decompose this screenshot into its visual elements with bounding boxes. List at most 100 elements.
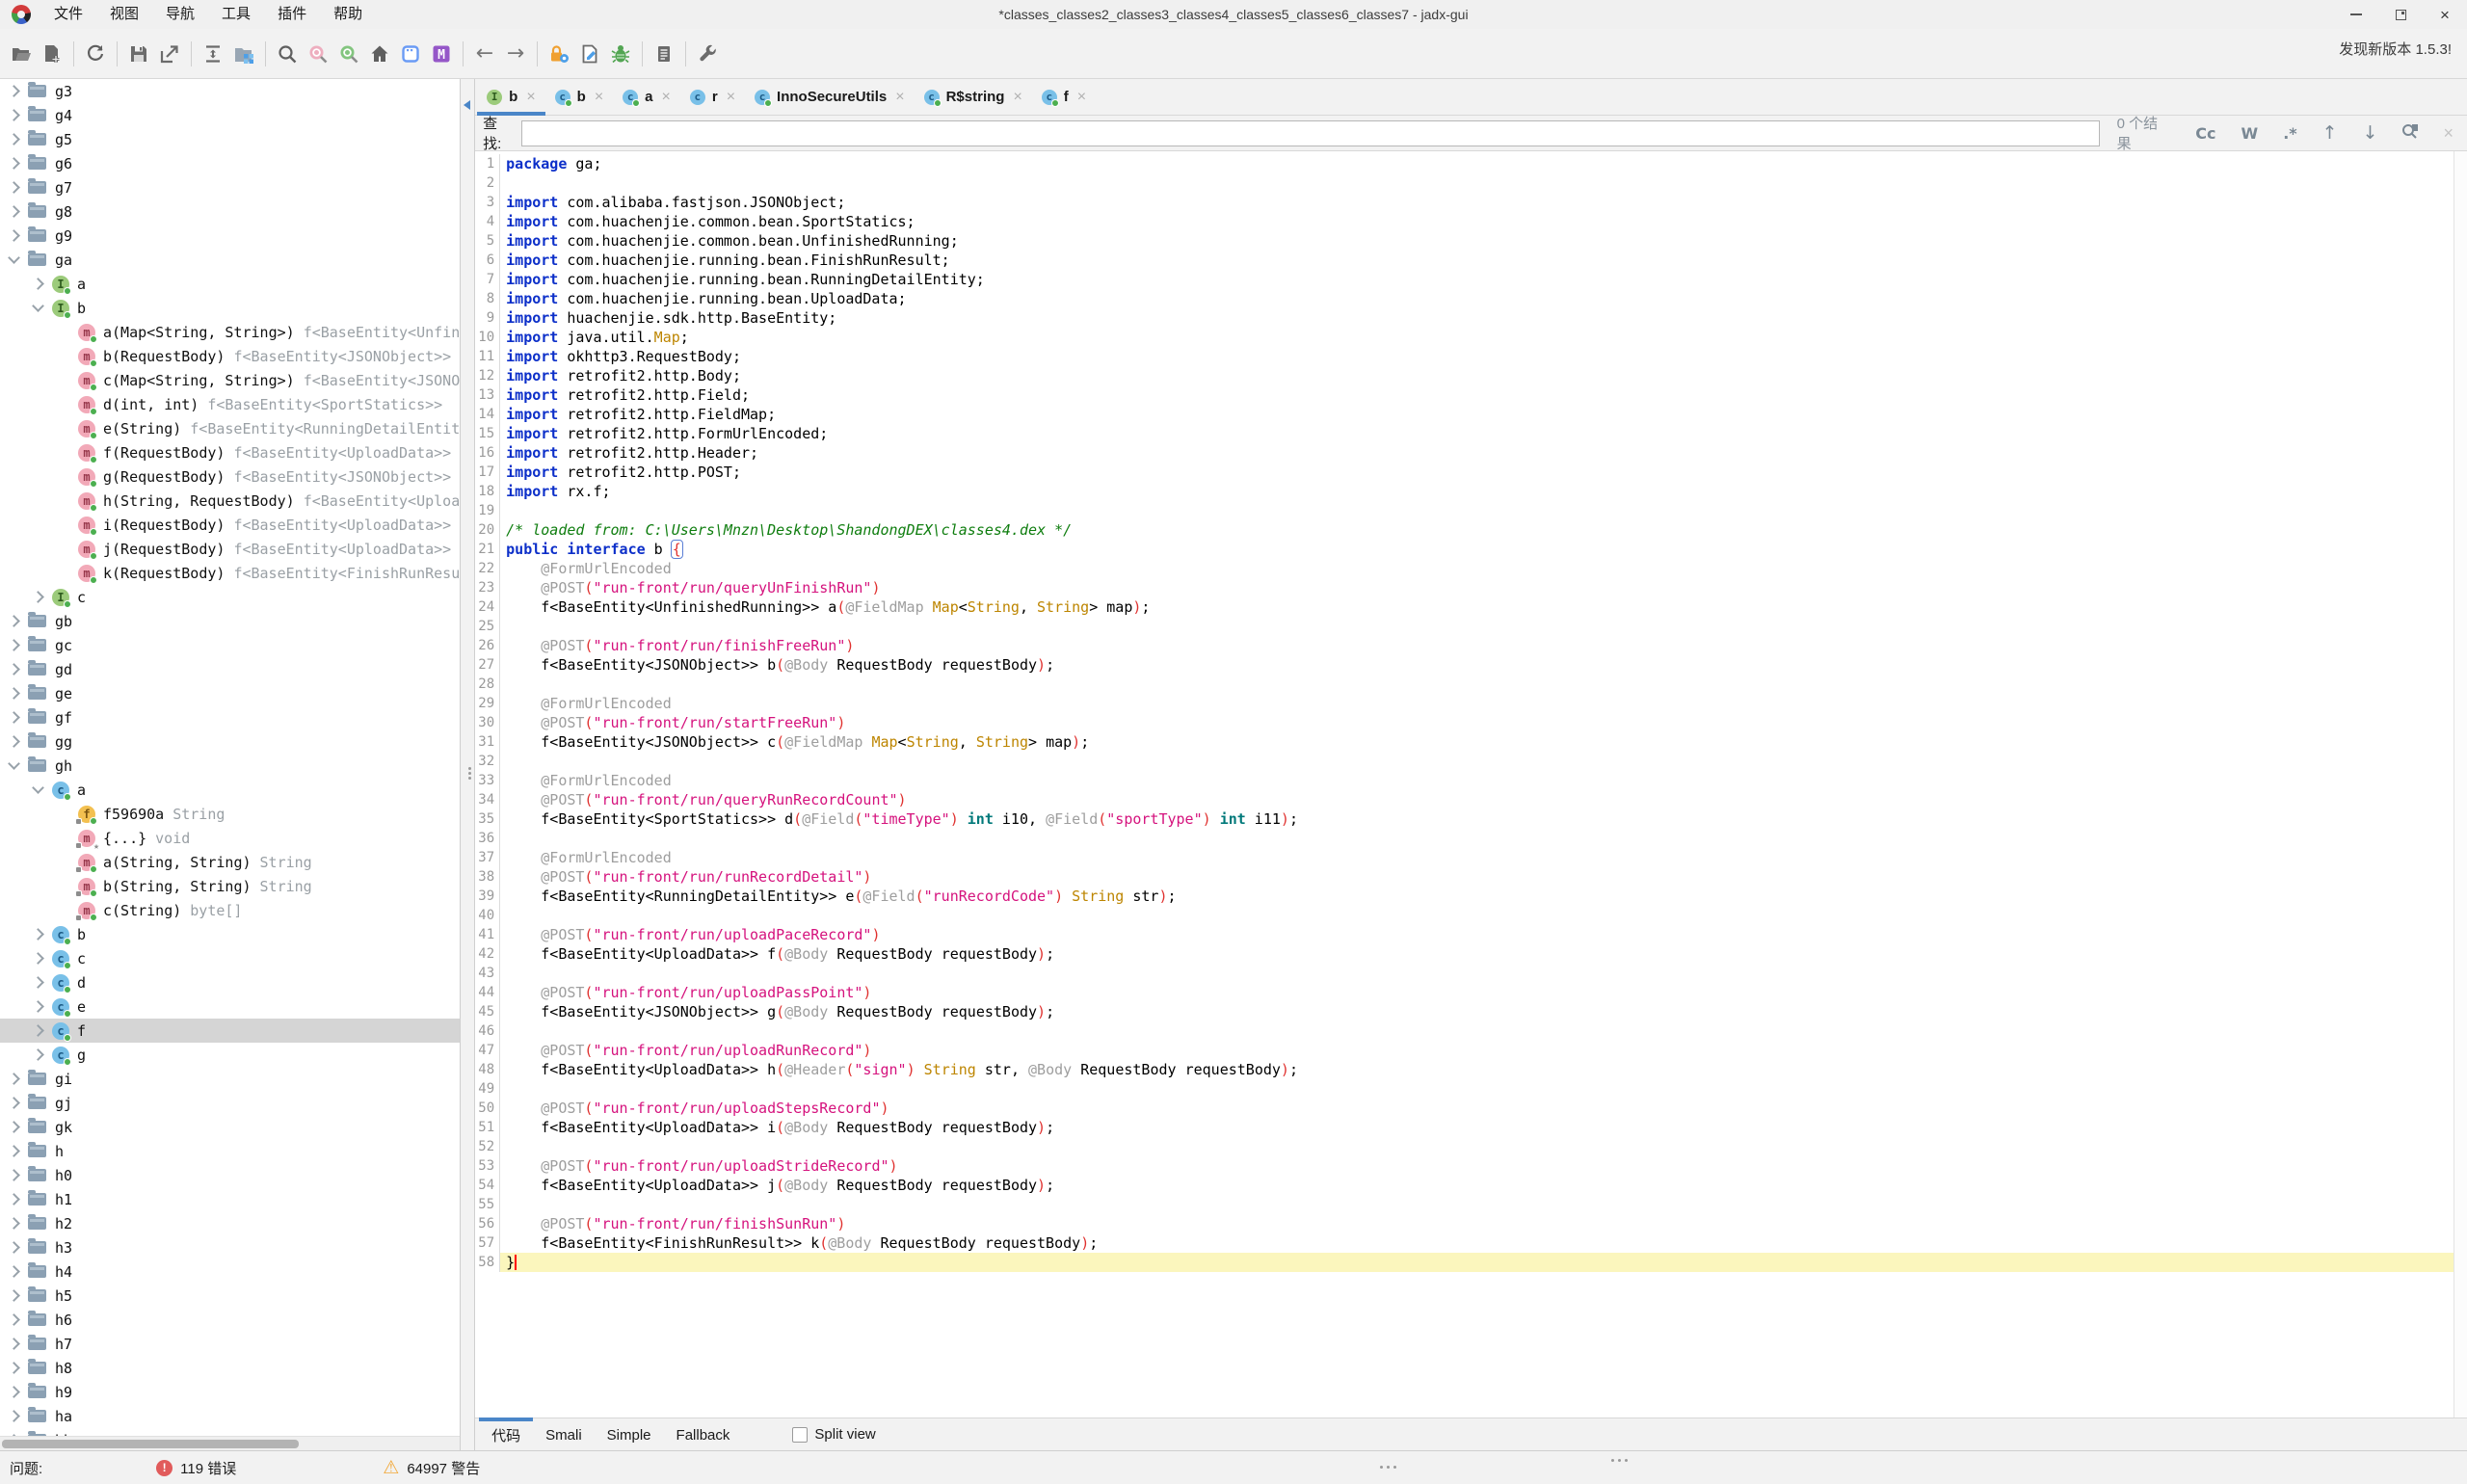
save-all-button[interactable] <box>123 39 154 69</box>
tree-item-f59690a[interactable]: ff59690aString <box>0 802 460 826</box>
code-editor[interactable]: 1package ga;23import com.alibaba.fastjso… <box>475 151 2467 1418</box>
line-number[interactable]: 36 <box>475 829 500 848</box>
line-number[interactable]: 14 <box>475 405 500 424</box>
chevron-right-icon[interactable] <box>8 229 20 242</box>
tree-item-c[interactable]: cc <box>0 946 460 970</box>
search-button[interactable] <box>272 39 303 69</box>
tree-item-h2[interactable]: h2 <box>0 1211 460 1235</box>
line-number[interactable]: 9 <box>475 308 500 328</box>
tree-item-h7[interactable]: h7 <box>0 1332 460 1356</box>
tree-item-a[interactable]: ca <box>0 778 460 802</box>
main-class-button[interactable]: M <box>426 39 457 69</box>
tree-item-b[interactable]: cb <box>0 922 460 946</box>
scrollbar-thumb[interactable] <box>2 1440 299 1448</box>
line-number[interactable]: 18 <box>475 482 500 501</box>
tree-item-g5[interactable]: g5 <box>0 127 460 151</box>
main-activity-button[interactable] <box>364 39 395 69</box>
tree-horizontal-scrollbar[interactable] <box>0 1436 460 1450</box>
line-number[interactable]: 32 <box>475 752 500 771</box>
tree-item-gh[interactable]: gh <box>0 754 460 778</box>
chevron-right-icon[interactable] <box>8 109 20 121</box>
chevron-right-icon[interactable] <box>32 278 44 290</box>
chevron-right-icon[interactable] <box>8 687 20 700</box>
line-number[interactable]: 24 <box>475 597 500 617</box>
maximize-button[interactable] <box>2378 0 2423 29</box>
tree-item-h8[interactable]: h8 <box>0 1356 460 1380</box>
debugger-button[interactable] <box>605 39 636 69</box>
tree-item-bStringString[interactable]: mb(String, String)String <box>0 874 460 898</box>
tree-item-h9[interactable]: h9 <box>0 1380 460 1404</box>
chevron-right-icon[interactable] <box>8 1265 20 1278</box>
search-in-code-icon[interactable] <box>2401 121 2420 145</box>
chevron-right-icon[interactable] <box>8 639 20 651</box>
line-number[interactable]: 40 <box>475 906 500 925</box>
line-number[interactable]: 45 <box>475 1002 500 1021</box>
tree-item-hStringRequestBody[interactable]: mh(String, RequestBody)f<BaseEntity<Uplo… <box>0 489 460 513</box>
search-close-icon[interactable]: × <box>2443 123 2454 144</box>
sync-with-editor-button[interactable] <box>228 39 259 69</box>
chevron-right-icon[interactable] <box>32 1048 44 1061</box>
line-number[interactable]: 33 <box>475 771 500 790</box>
chevron-down-icon[interactable] <box>8 252 20 264</box>
tree-item-d[interactable]: cd <box>0 970 460 994</box>
regex-toggle[interactable]: .* <box>2283 124 2296 143</box>
line-number[interactable]: 21 <box>475 540 500 559</box>
search-prev-button[interactable]: ↑ <box>2322 122 2338 144</box>
line-number[interactable]: 12 <box>475 366 500 385</box>
line-number[interactable]: 29 <box>475 694 500 713</box>
tree-item-ge[interactable]: ge <box>0 681 460 705</box>
line-number[interactable]: 50 <box>475 1099 500 1118</box>
line-number[interactable]: 41 <box>475 925 500 944</box>
tree-item-h6[interactable]: h6 <box>0 1308 460 1332</box>
forward-button[interactable]: → <box>500 39 531 69</box>
chevron-right-icon[interactable] <box>8 1169 20 1181</box>
line-number[interactable]: 51 <box>475 1118 500 1137</box>
chevron-right-icon[interactable] <box>32 976 44 989</box>
tree-item-h1[interactable]: h1 <box>0 1187 460 1211</box>
tree-item-b[interactable]: Ib <box>0 296 460 320</box>
add-file-button[interactable] <box>37 39 67 69</box>
tree-item-h[interactable]: h <box>0 1139 460 1163</box>
line-number[interactable]: 53 <box>475 1156 500 1176</box>
line-number[interactable]: 30 <box>475 713 500 732</box>
tree-item-g7[interactable]: g7 <box>0 175 460 199</box>
chevron-right-icon[interactable] <box>8 663 20 676</box>
whole-word-toggle[interactable]: W <box>2242 124 2259 143</box>
chevron-right-icon[interactable] <box>8 711 20 724</box>
chevron-right-icon[interactable] <box>8 133 20 146</box>
open-folder-button[interactable] <box>6 39 37 69</box>
line-number[interactable]: 19 <box>475 501 500 520</box>
tree-item-aStringString[interactable]: ma(String, String)String <box>0 850 460 874</box>
line-number[interactable]: 42 <box>475 944 500 964</box>
chevron-right-icon[interactable] <box>8 1410 20 1422</box>
tab-close-icon[interactable]: × <box>895 90 904 105</box>
menu-item-2[interactable]: 导航 <box>152 0 208 29</box>
line-number[interactable]: 37 <box>475 848 500 867</box>
editor-tab-r[interactable]: cr× <box>680 79 745 115</box>
chevron-right-icon[interactable] <box>8 1362 20 1374</box>
search-input[interactable] <box>521 120 2099 146</box>
search-next-button[interactable]: ↓ <box>2363 122 2378 144</box>
line-number[interactable]: 58 <box>475 1253 500 1272</box>
tree-item-g3[interactable]: g3 <box>0 79 460 103</box>
tree-item-cString[interactable]: mc(String)byte[] <box>0 898 460 922</box>
menu-item-5[interactable]: 帮助 <box>320 0 376 29</box>
tree-item-gi[interactable]: gi <box>0 1067 460 1091</box>
line-number[interactable]: 27 <box>475 655 500 675</box>
line-number[interactable]: 57 <box>475 1233 500 1253</box>
menu-item-3[interactable]: 工具 <box>208 0 264 29</box>
view-tab-Fallback[interactable]: Fallback <box>664 1418 743 1451</box>
line-number[interactable]: 16 <box>475 443 500 463</box>
tree-item-g6[interactable]: g6 <box>0 151 460 175</box>
line-number[interactable]: 25 <box>475 617 500 636</box>
update-notice-link[interactable]: 发现新版本 1.5.3! <box>2339 39 2452 59</box>
collapse-tree-button[interactable] <box>198 39 228 69</box>
chevron-right-icon[interactable] <box>8 735 20 748</box>
export-button[interactable] <box>154 39 185 69</box>
minimize-button[interactable] <box>2334 0 2378 29</box>
chevron-right-icon[interactable] <box>8 1073 20 1085</box>
tree-item-gj[interactable]: gj <box>0 1091 460 1115</box>
chevron-right-icon[interactable] <box>8 1289 20 1302</box>
tree-item-g8[interactable]: g8 <box>0 199 460 224</box>
line-number[interactable]: 23 <box>475 578 500 597</box>
